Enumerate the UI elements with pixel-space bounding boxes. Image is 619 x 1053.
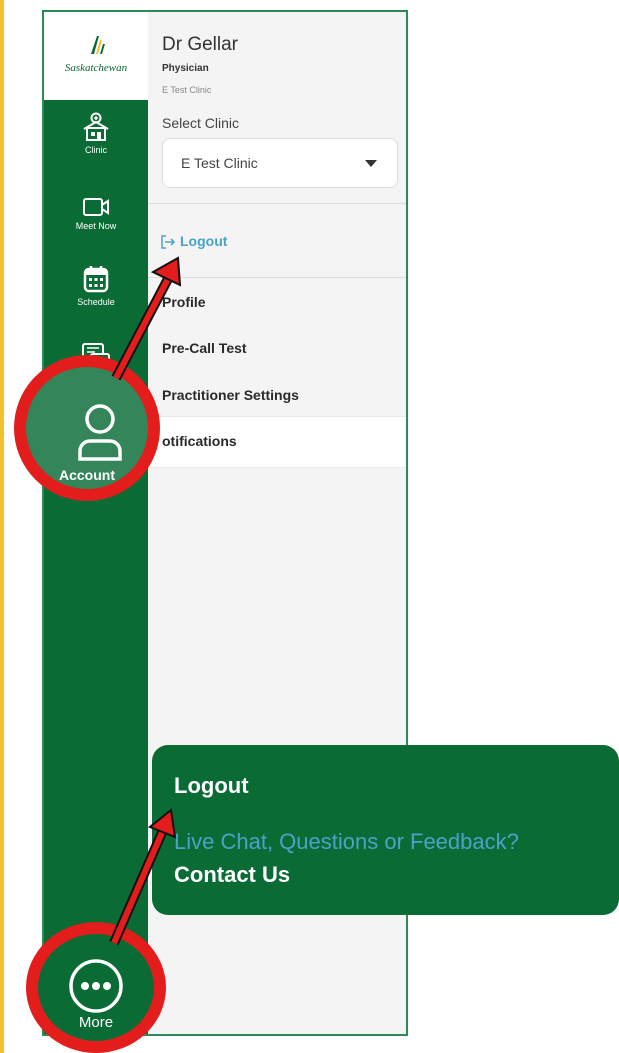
sidebar-item-clinic[interactable]: Clinic xyxy=(44,112,148,155)
logo: Saskatchewan xyxy=(44,12,148,100)
menu-item-profile[interactable]: Profile xyxy=(162,294,206,310)
clinic-select[interactable]: E Test Clinic xyxy=(162,138,398,188)
clinic-icon xyxy=(83,112,109,141)
user-clinic: E Test Clinic xyxy=(162,85,212,95)
page-border-accent xyxy=(0,0,4,1053)
sidebar-item-label: Clinic xyxy=(84,145,107,155)
sidebar-item-label: More xyxy=(78,1014,114,1031)
select-clinic-label: Select Clinic xyxy=(162,115,240,131)
divider xyxy=(148,203,406,204)
video-camera-icon xyxy=(83,198,109,216)
logo-text: Saskatchewan xyxy=(64,62,128,74)
sidebar-item-schedule[interactable]: Schedule xyxy=(44,264,148,307)
sidebar-item-label: Schedule xyxy=(77,297,115,307)
sidebar-item-account[interactable]: Account xyxy=(14,355,160,501)
more-dots-icon xyxy=(69,959,123,1013)
calendar-icon xyxy=(83,266,109,293)
person-icon xyxy=(78,404,122,461)
user-name: Dr Gellar xyxy=(162,34,239,55)
sidebar-item-more[interactable]: More xyxy=(26,922,166,1053)
sidebar-item-meet-now[interactable]: Meet Now xyxy=(44,196,148,231)
live-chat-link[interactable]: Live Chat, Questions or Feedback? xyxy=(174,829,519,855)
logout-icon xyxy=(161,235,176,249)
popup-logout-link[interactable]: Logout xyxy=(174,773,249,799)
sidebar: Saskatchewan Clinic Meet Now Schedule xyxy=(44,12,148,1034)
clinic-select-value: E Test Clinic xyxy=(181,155,258,171)
logout-link[interactable]: Logout xyxy=(160,233,227,249)
menu-item-notifications[interactable]: otifications xyxy=(162,433,237,449)
sidebar-item-label: Account xyxy=(59,467,115,483)
caret-down-icon xyxy=(365,160,377,167)
wheat-logo-icon xyxy=(91,36,105,54)
sidebar-item-label: Meet Now xyxy=(75,221,117,231)
more-popup: Logout Live Chat, Questions or Feedback?… xyxy=(152,745,619,915)
menu-item-pre-call-test[interactable]: Pre-Call Test xyxy=(162,340,247,356)
divider xyxy=(148,277,406,278)
logout-label: Logout xyxy=(180,233,228,249)
contact-us-link[interactable]: Contact Us xyxy=(174,862,290,888)
user-role: Physician xyxy=(162,63,209,74)
menu-item-practitioner-settings[interactable]: Practitioner Settings xyxy=(162,387,299,403)
